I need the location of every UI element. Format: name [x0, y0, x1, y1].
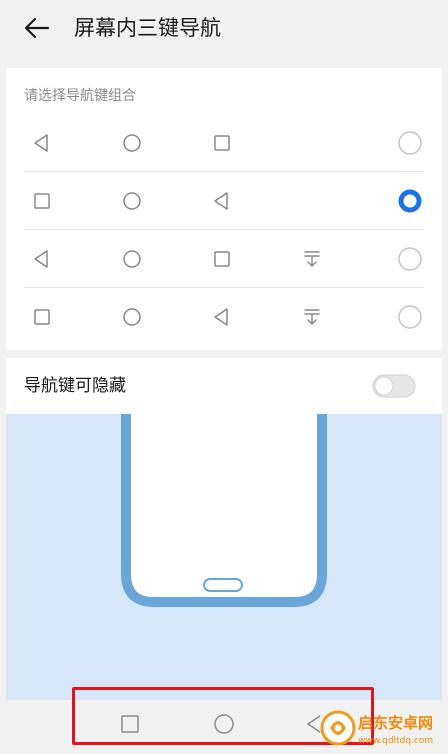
hide-nav-toggle[interactable]	[372, 374, 416, 398]
home-circle-icon	[123, 308, 141, 326]
recents-square-icon	[214, 135, 230, 151]
nav-option-row-1[interactable]	[6, 114, 442, 172]
nav-option-row-4[interactable]	[6, 288, 442, 346]
hide-nav-label: 导航键可隐藏	[24, 376, 126, 396]
section-label: 请选择导航键组合	[24, 88, 136, 104]
phone-illustration	[121, 414, 327, 607]
nav-option-row-2[interactable]	[6, 172, 442, 230]
radio-unselected-icon[interactable]	[396, 129, 424, 157]
watermark-logo: 启东安卓网 www.qdltdq.com	[318, 706, 444, 750]
radio-unselected-icon[interactable]	[396, 303, 424, 331]
back-triangle-icon	[34, 134, 48, 152]
notification-pulldown-icon	[304, 309, 320, 325]
recents-square-icon	[214, 251, 230, 267]
recents-square-icon	[34, 193, 50, 209]
recents-square-icon	[34, 309, 50, 325]
app-header: 屏幕内三键导航	[0, 0, 448, 56]
back-triangle-icon	[34, 250, 48, 268]
back-triangle-icon	[214, 192, 228, 210]
home-circle-icon	[123, 134, 141, 152]
watermark-url: www.qdltdq.com	[358, 736, 433, 746]
home-circle-icon	[123, 192, 141, 210]
nav-preview-illustration	[6, 414, 442, 700]
hide-nav-setting: 导航键可隐藏	[6, 358, 442, 414]
notification-pulldown-icon	[304, 251, 320, 267]
watermark-name: 启东安卓网	[358, 714, 433, 732]
page-title: 屏幕内三键导航	[74, 16, 221, 40]
nav-option-row-3[interactable]	[6, 230, 442, 288]
watermark-graphic: 启东安卓网 www.qdltdq.com	[320, 710, 433, 746]
radio-unselected-icon[interactable]	[396, 245, 424, 273]
home-circle-icon	[123, 250, 141, 268]
back-arrow-icon[interactable]	[22, 14, 52, 42]
radio-selected-icon[interactable]	[396, 187, 424, 215]
back-triangle-icon	[214, 308, 228, 326]
